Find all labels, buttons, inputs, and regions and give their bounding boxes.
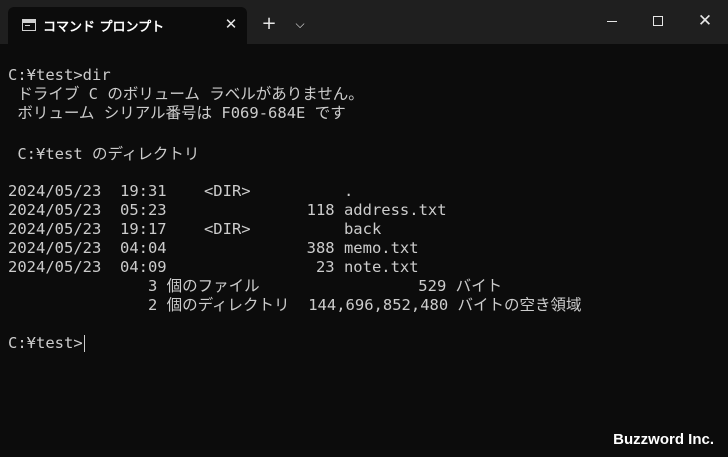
console-line: 2024/05/23 04:04 388 memo.txt	[8, 239, 419, 257]
text-cursor	[83, 335, 85, 352]
console-line: ボリューム シリアル番号は F069-684E です	[8, 104, 346, 122]
close-window-button[interactable]: ✕	[682, 0, 728, 44]
console-line: 3 個のファイル 529 バイト	[8, 277, 503, 295]
tab-title: コマンド プロンプト	[43, 20, 165, 35]
console-line: ドライブ C のボリューム ラベルがありません。	[8, 85, 364, 103]
console-line: 2 個のディレクトリ 144,696,852,480 バイトの空き領域	[8, 296, 582, 314]
console-line: 2024/05/23 05:23 118 address.txt	[8, 201, 447, 219]
console-line: 2024/05/23 19:17 <DIR> back	[8, 220, 382, 238]
tab-command-prompt[interactable]: コマンド プロンプト ✕	[8, 7, 247, 44]
console-line: 2024/05/23 04:09 23 note.txt	[8, 258, 419, 276]
console-line: C:¥test のディレクトリ	[8, 145, 200, 163]
watermark-logo: Buzzword Inc.	[613, 431, 714, 448]
maximize-button[interactable]	[635, 0, 681, 44]
tab-dropdown-button[interactable]: ⌵	[290, 13, 310, 35]
terminal-icon	[22, 19, 36, 31]
console-line: C:¥test>dir	[8, 66, 111, 84]
close-icon: ✕	[697, 11, 713, 31]
new-tab-button[interactable]: +	[259, 12, 279, 36]
minimize-button[interactable]	[589, 0, 635, 44]
console-output[interactable]: C:¥test>dir ドライブ C のボリューム ラベルがありません。 ボリュ…	[0, 44, 728, 457]
tab-close-button[interactable]: ✕	[221, 13, 241, 35]
command-prompt-window: コマンド プロンプト ✕ + ⌵ ✕ C:¥test>dir ドライブ C のボ…	[0, 0, 728, 457]
prompt-line[interactable]: C:¥test>	[8, 334, 85, 353]
title-bar[interactable]: コマンド プロンプト ✕ + ⌵ ✕	[0, 0, 728, 44]
prompt-text: C:¥test>	[8, 334, 83, 352]
console-line: 2024/05/23 19:31 <DIR> .	[8, 182, 354, 200]
